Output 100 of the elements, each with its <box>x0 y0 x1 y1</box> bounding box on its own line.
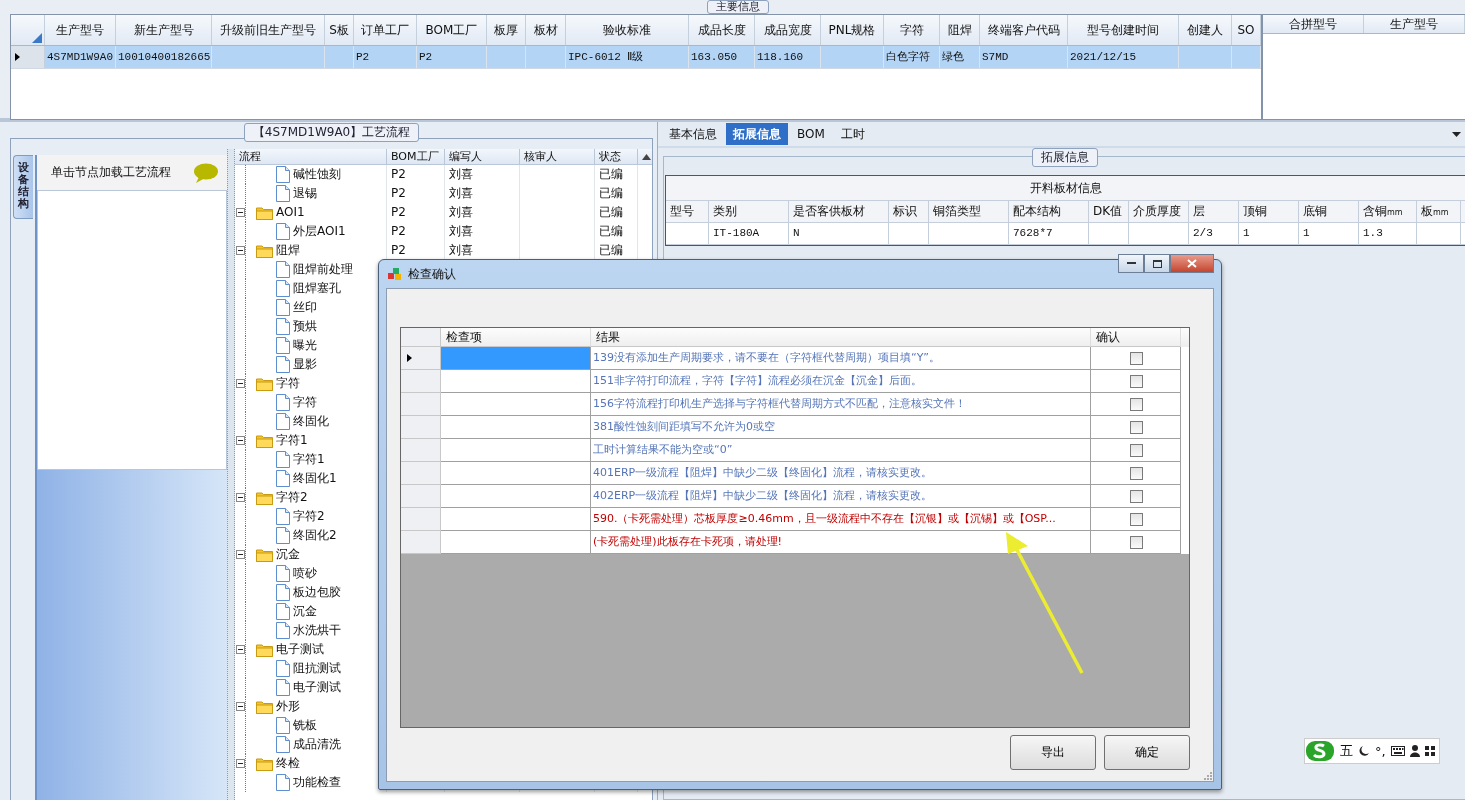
tree-item[interactable]: 电子测试 <box>276 640 324 659</box>
table-row[interactable]: 139没有添加生产周期要求，请不要在（字符框代替周期）项目填“Y”。 <box>401 347 1189 370</box>
column-header[interactable]: 状态 <box>595 149 638 164</box>
splitter-handle[interactable] <box>227 149 235 800</box>
tree-item[interactable]: 曝光 <box>293 336 317 355</box>
tree-item[interactable]: 碱性蚀刻 <box>293 165 341 184</box>
tree-item[interactable]: 沉金 <box>293 602 317 621</box>
checkbox[interactable] <box>1130 420 1143 434</box>
tree-item[interactable]: 退锡 <box>293 184 317 203</box>
column-header[interactable]: 订单工厂 <box>354 15 417 45</box>
tree-item[interactable]: 喷砂 <box>293 564 317 583</box>
column-header[interactable]: 生产型号 <box>45 15 116 45</box>
tree-item[interactable]: 铣板 <box>293 716 317 735</box>
tree-item[interactable]: 电子测试 <box>293 678 341 697</box>
collapse-icon[interactable] <box>236 759 245 768</box>
column-header[interactable]: 是否客供板材 <box>789 201 889 222</box>
checkbox[interactable] <box>1130 512 1143 526</box>
table-row[interactable]: 401ERP一级流程【阻焊】中缺少二级【终固化】流程，请核实更改。 <box>401 462 1189 485</box>
tree-item[interactable]: 水洗烘干 <box>293 621 341 640</box>
tree-item[interactable]: 丝印 <box>293 298 317 317</box>
tree-item[interactable]: 阻抗测试 <box>293 659 341 678</box>
column-header[interactable]: 介质厚度 <box>1129 201 1189 222</box>
checkbox[interactable] <box>1130 443 1143 457</box>
column-header[interactable]: 顶铜 <box>1239 201 1299 222</box>
tree-item[interactable]: 外层AOI1 <box>293 222 346 241</box>
column-header[interactable]: 阻焊 <box>940 15 980 45</box>
close-button[interactable] <box>1170 254 1214 273</box>
tree-item[interactable]: 外形 <box>276 697 300 716</box>
collapse-icon[interactable] <box>236 379 245 388</box>
tree-item[interactable]: 终检 <box>276 754 300 773</box>
table-row[interactable]: 工时计算结果不能为空或“0” <box>401 439 1189 462</box>
tree-item[interactable]: 字符1 <box>293 450 325 469</box>
column-header[interactable]: 类别 <box>709 201 789 222</box>
table-row[interactable]: (卡死需处理)此板存在卡死项，请处理! <box>401 531 1189 554</box>
column-header[interactable]: BOM工厂 <box>417 15 487 45</box>
column-header[interactable]: 合拼型号 <box>1263 15 1364 33</box>
column-header[interactable]: BOM工厂 <box>387 149 445 164</box>
checkbox[interactable] <box>1130 374 1143 388</box>
column-header[interactable]: 新生产型号 <box>116 15 212 45</box>
table-row[interactable]: 4S7MD1W9A0 10010400182665 P2 P2 IPC-6012 Ⅱ级 163.050 118.160 白色字符 绿色 S7MD 2021/12/15 <box>11 46 1261 69</box>
tree-item[interactable]: 板边包胶 <box>293 583 341 602</box>
column-header[interactable]: 终端客户代码 <box>980 15 1068 45</box>
column-header[interactable]: 型号创建时间 <box>1068 15 1179 45</box>
checkbox[interactable] <box>1130 535 1143 549</box>
tree-item[interactable]: 字符1 <box>276 431 308 450</box>
tab[interactable]: BOM <box>790 123 832 145</box>
collapse-icon[interactable] <box>236 436 245 445</box>
column-header[interactable]: DK值 <box>1089 201 1129 222</box>
checkbox[interactable] <box>1130 351 1143 365</box>
tree-item[interactable]: 功能检查 <box>293 773 341 792</box>
tree-item[interactable]: 阻焊前处理 <box>293 260 353 279</box>
table-row[interactable]: 156字符流程打印机生产选择与字符框代替周期方式不匹配，注意核实文件！ <box>401 393 1189 416</box>
tree-item[interactable]: 沉金 <box>276 545 300 564</box>
column-header[interactable]: 创建人 <box>1179 15 1232 45</box>
column-header[interactable]: SO <box>1232 15 1261 45</box>
column-header[interactable]: 配本结构 <box>1009 201 1089 222</box>
input-mode-toggle[interactable]: 五 <box>1340 742 1353 760</box>
tab[interactable]: 工时 <box>833 123 872 145</box>
table-row[interactable]: 590.（卡死需处理）芯板厚度≥0.46mm，且一级流程中不存在【沉银】或【沉锡】或【OSP... <box>401 508 1189 531</box>
maximize-button[interactable] <box>1144 254 1170 273</box>
column-header[interactable]: 字符 <box>884 15 940 45</box>
side-tab[interactable]: 设备结构 <box>13 155 33 219</box>
tree-item[interactable]: 阻焊 <box>276 241 300 260</box>
tree-item[interactable]: AOI1 <box>276 203 305 222</box>
tab[interactable]: 拓展信息 <box>726 123 788 145</box>
tree-item[interactable]: 字符 <box>276 374 300 393</box>
column-header[interactable]: 铜箔类型 <box>929 201 1009 222</box>
tree-item[interactable]: 终固化2 <box>293 526 337 545</box>
collapse-icon[interactable] <box>236 493 245 502</box>
collapse-icon[interactable] <box>236 208 245 217</box>
tree-item[interactable]: 字符 <box>293 393 317 412</box>
column-header[interactable]: 升级前旧生产型号 <box>212 15 325 45</box>
column-header[interactable]: 底铜 <box>1299 201 1359 222</box>
column-header[interactable]: 核审人 <box>520 149 595 164</box>
column-header[interactable]: 验收标准 <box>566 15 689 45</box>
column-header[interactable]: 成品宽度 <box>755 15 821 45</box>
column-header[interactable]: 标识 <box>889 201 929 222</box>
tree-item[interactable]: 字符2 <box>293 507 325 526</box>
table-row[interactable]: 402ERP一级流程【阻焊】中缺少二级【终固化】流程，请核实更改。 <box>401 485 1189 508</box>
tree-item[interactable]: 预烘 <box>293 317 317 336</box>
collapse-icon[interactable] <box>236 702 245 711</box>
column-header[interactable]: 成品长度 <box>689 15 755 45</box>
tab[interactable]: 基本信息 <box>662 123 724 145</box>
dialog-button[interactable]: 导出 <box>1010 735 1096 770</box>
column-header[interactable]: 层 <box>1189 201 1239 222</box>
column-header[interactable]: PNL规格 <box>821 15 884 45</box>
checkbox[interactable] <box>1130 489 1143 503</box>
column-header[interactable]: S板 <box>325 15 354 45</box>
tree-item[interactable]: 阻焊塞孔 <box>293 279 341 298</box>
column-header[interactable]: 型号 <box>666 201 709 222</box>
checkbox[interactable] <box>1130 466 1143 480</box>
column-header[interactable]: 流程 <box>235 149 387 164</box>
punctuation-toggle[interactable]: °, <box>1375 743 1386 759</box>
collapse-icon[interactable] <box>236 645 245 654</box>
column-header[interactable]: 生产型号 <box>1364 15 1465 33</box>
checkbox[interactable] <box>1130 397 1143 411</box>
table-row[interactable]: 151非字符打印流程，字符【字符】流程必须在沉金【沉金】后面。 <box>401 370 1189 393</box>
tree-item[interactable]: 成品清洗 <box>293 735 341 754</box>
column-header[interactable]: 板材 <box>526 15 566 45</box>
minimize-button[interactable] <box>1118 254 1144 273</box>
